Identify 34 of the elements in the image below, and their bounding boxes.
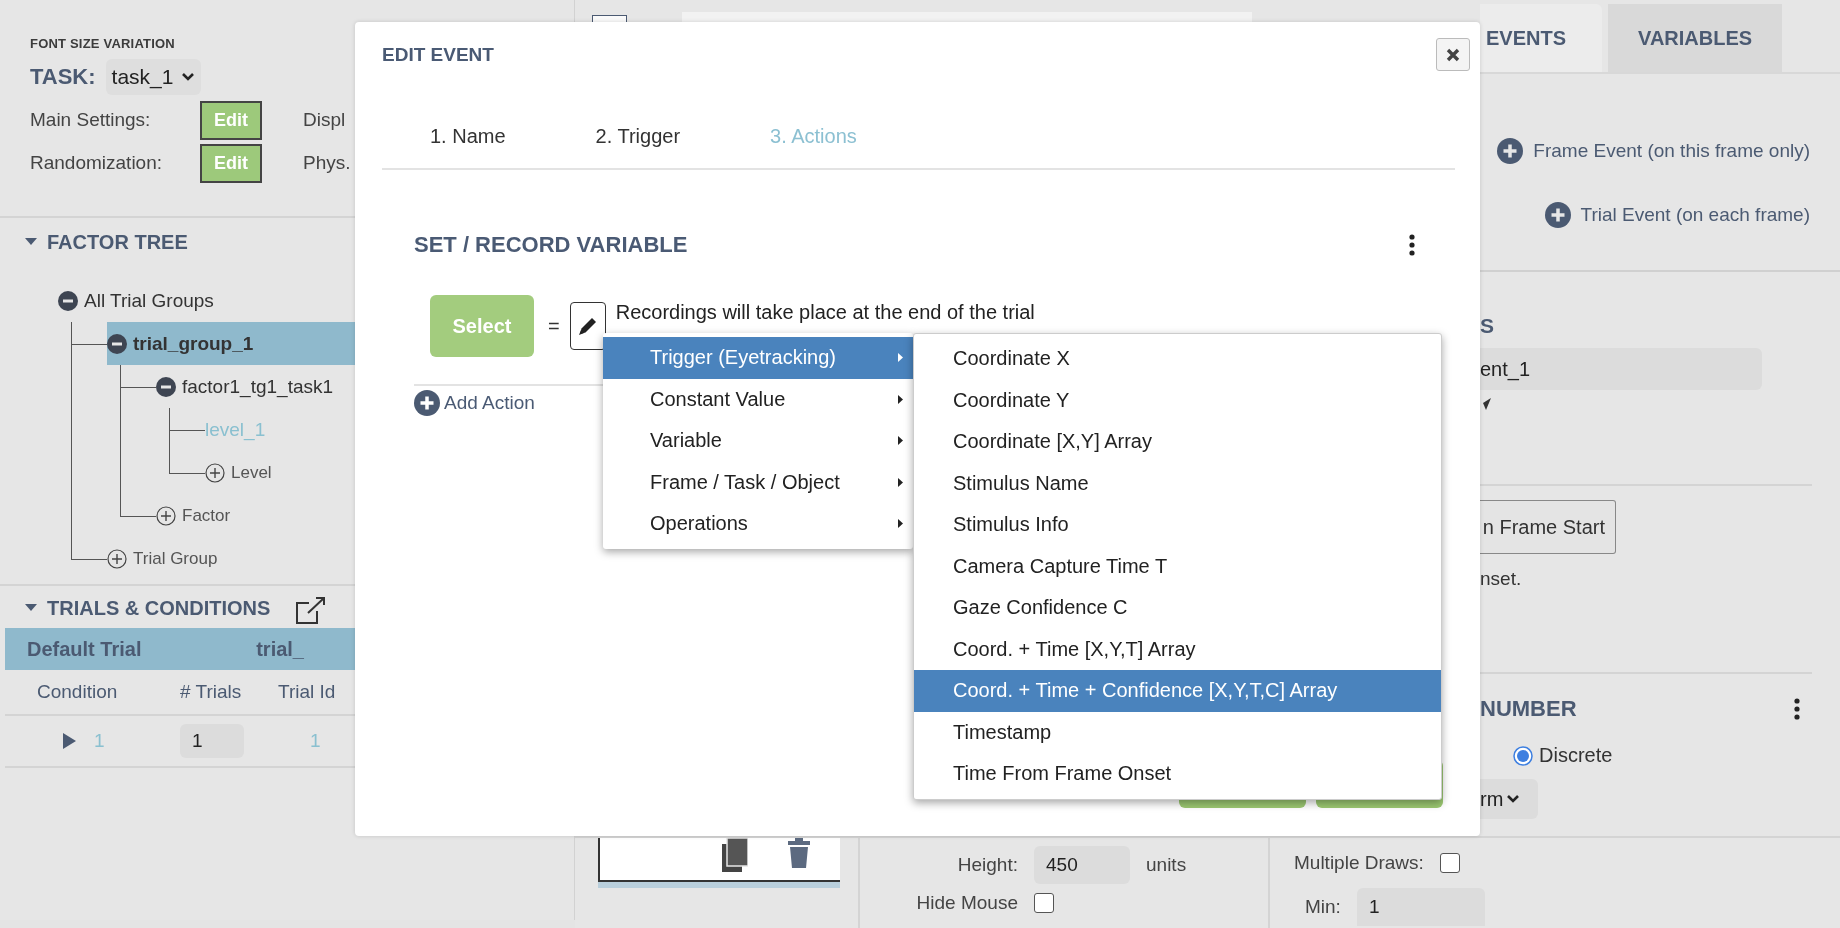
menu-item-label: Frame / Task / Object xyxy=(650,470,840,494)
column-header: Condition xyxy=(36,681,119,703)
menu-item-label: Trigger (Eyetracking) xyxy=(650,346,836,370)
table-cell: 1 xyxy=(94,730,105,752)
setting-label: Main Settings: xyxy=(30,109,152,131)
multiple-draws-label: Multiple Draws: xyxy=(1294,852,1424,874)
add-event-label: Trial Event (on each frame) xyxy=(1580,204,1810,226)
action-note: Recordings will take place at the end of the trial xyxy=(615,301,1035,324)
menu-item-label: Operations xyxy=(650,512,748,536)
table-cell: 1 xyxy=(310,730,321,751)
task-label: TASK: xyxy=(30,64,96,90)
add-event-label: Frame Event (on this frame only) xyxy=(1533,140,1810,162)
dialog-title: EDIT EVENT xyxy=(382,43,494,66)
hide-mouse-label: Hide Mouse xyxy=(915,892,1018,914)
trial-id: trial_ xyxy=(256,637,304,661)
trial-name: Default Trial xyxy=(27,637,142,661)
unit-label: units xyxy=(1146,854,1187,876)
menu-item-label: Constant Value xyxy=(650,387,786,411)
experiment-title: FONT SIZE VARIATION xyxy=(30,36,176,51)
min-label: Min: xyxy=(1305,896,1341,918)
column-header: Trial Id xyxy=(278,681,337,703)
setting-label: Randomization: xyxy=(30,152,164,174)
column-header: # Trials xyxy=(179,681,243,703)
action-title: SET / RECORD VARIABLE xyxy=(414,232,688,258)
section-title: NUMBER xyxy=(1480,696,1577,722)
section-title: TRIALS & CONDITIONS xyxy=(47,596,271,620)
section-title: S xyxy=(1480,314,1495,338)
radio-label: Discrete xyxy=(1539,744,1613,767)
height-label: Height: xyxy=(956,854,1018,876)
menu-item-label: Variable xyxy=(650,429,722,453)
setting-label: Displ xyxy=(303,109,346,131)
setting-label: Phys. xyxy=(303,152,351,174)
section-title: FACTOR TREE xyxy=(47,230,188,254)
trigger-note: nset. xyxy=(1480,568,1523,590)
